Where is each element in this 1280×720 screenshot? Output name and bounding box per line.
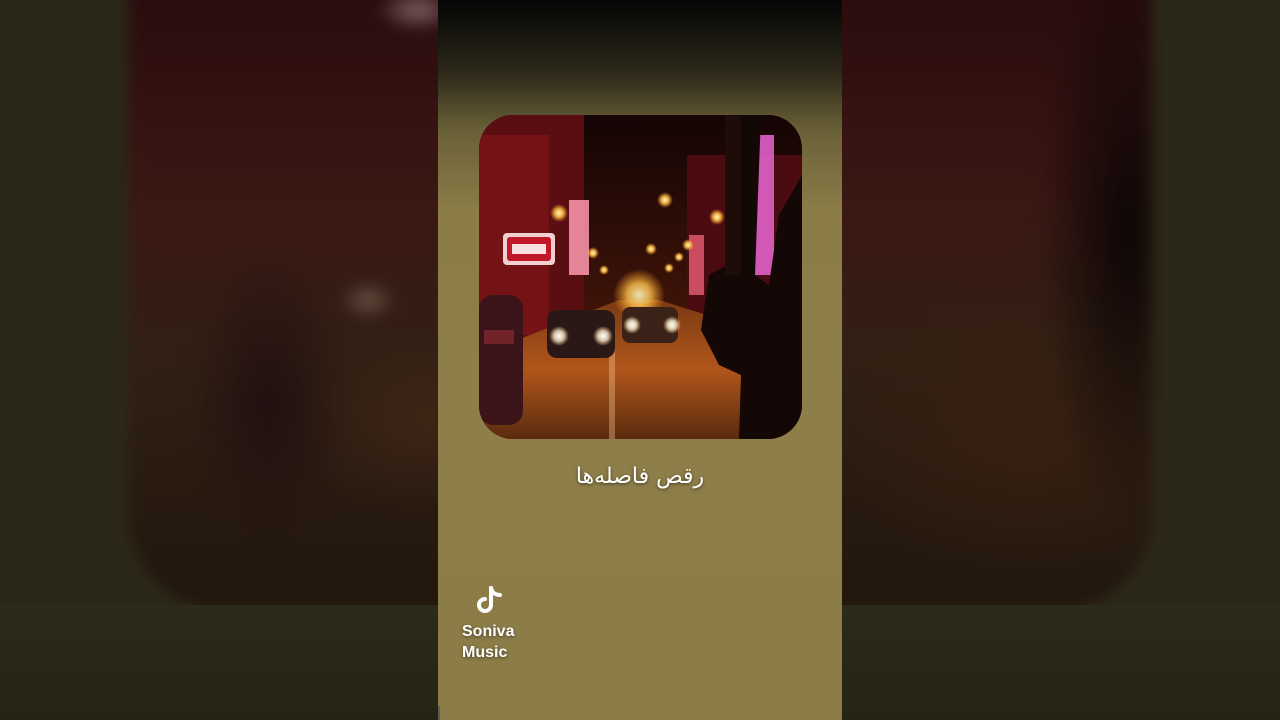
channel-name: Soniva Music [462, 623, 515, 661]
tiktok-note-icon [477, 586, 502, 613]
song-title: رقص فاصله‌ها [575, 464, 705, 489]
channel-watermark: Soniva Music [462, 585, 552, 665]
album-cover-image [479, 115, 802, 439]
progress-tick [438, 706, 440, 720]
video-frame: رقص فاصله‌ها Soniva Music [0, 0, 1280, 720]
